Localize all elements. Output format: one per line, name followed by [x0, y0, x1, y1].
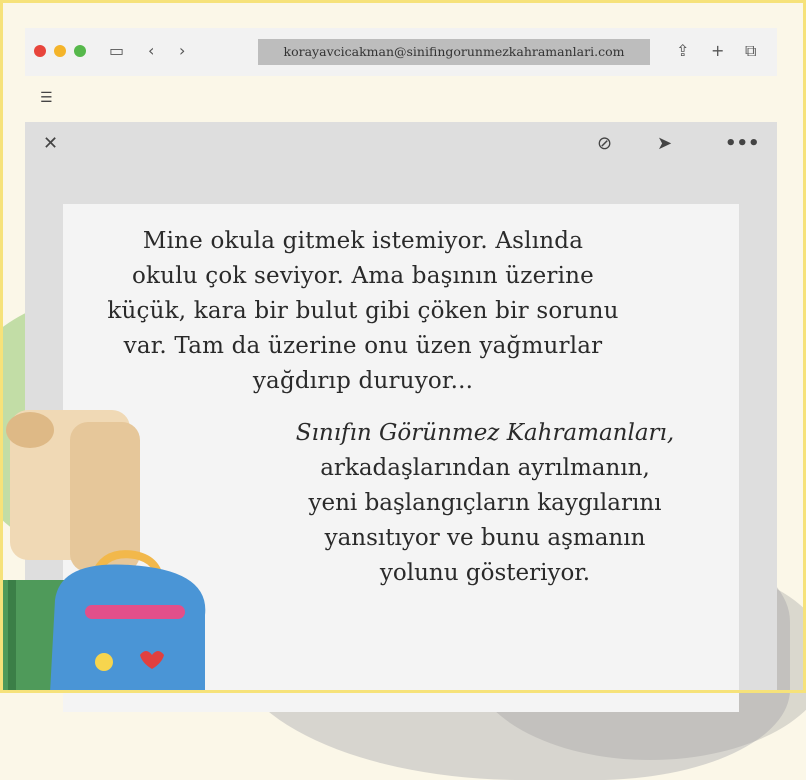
- page-frame: [0, 0, 806, 693]
